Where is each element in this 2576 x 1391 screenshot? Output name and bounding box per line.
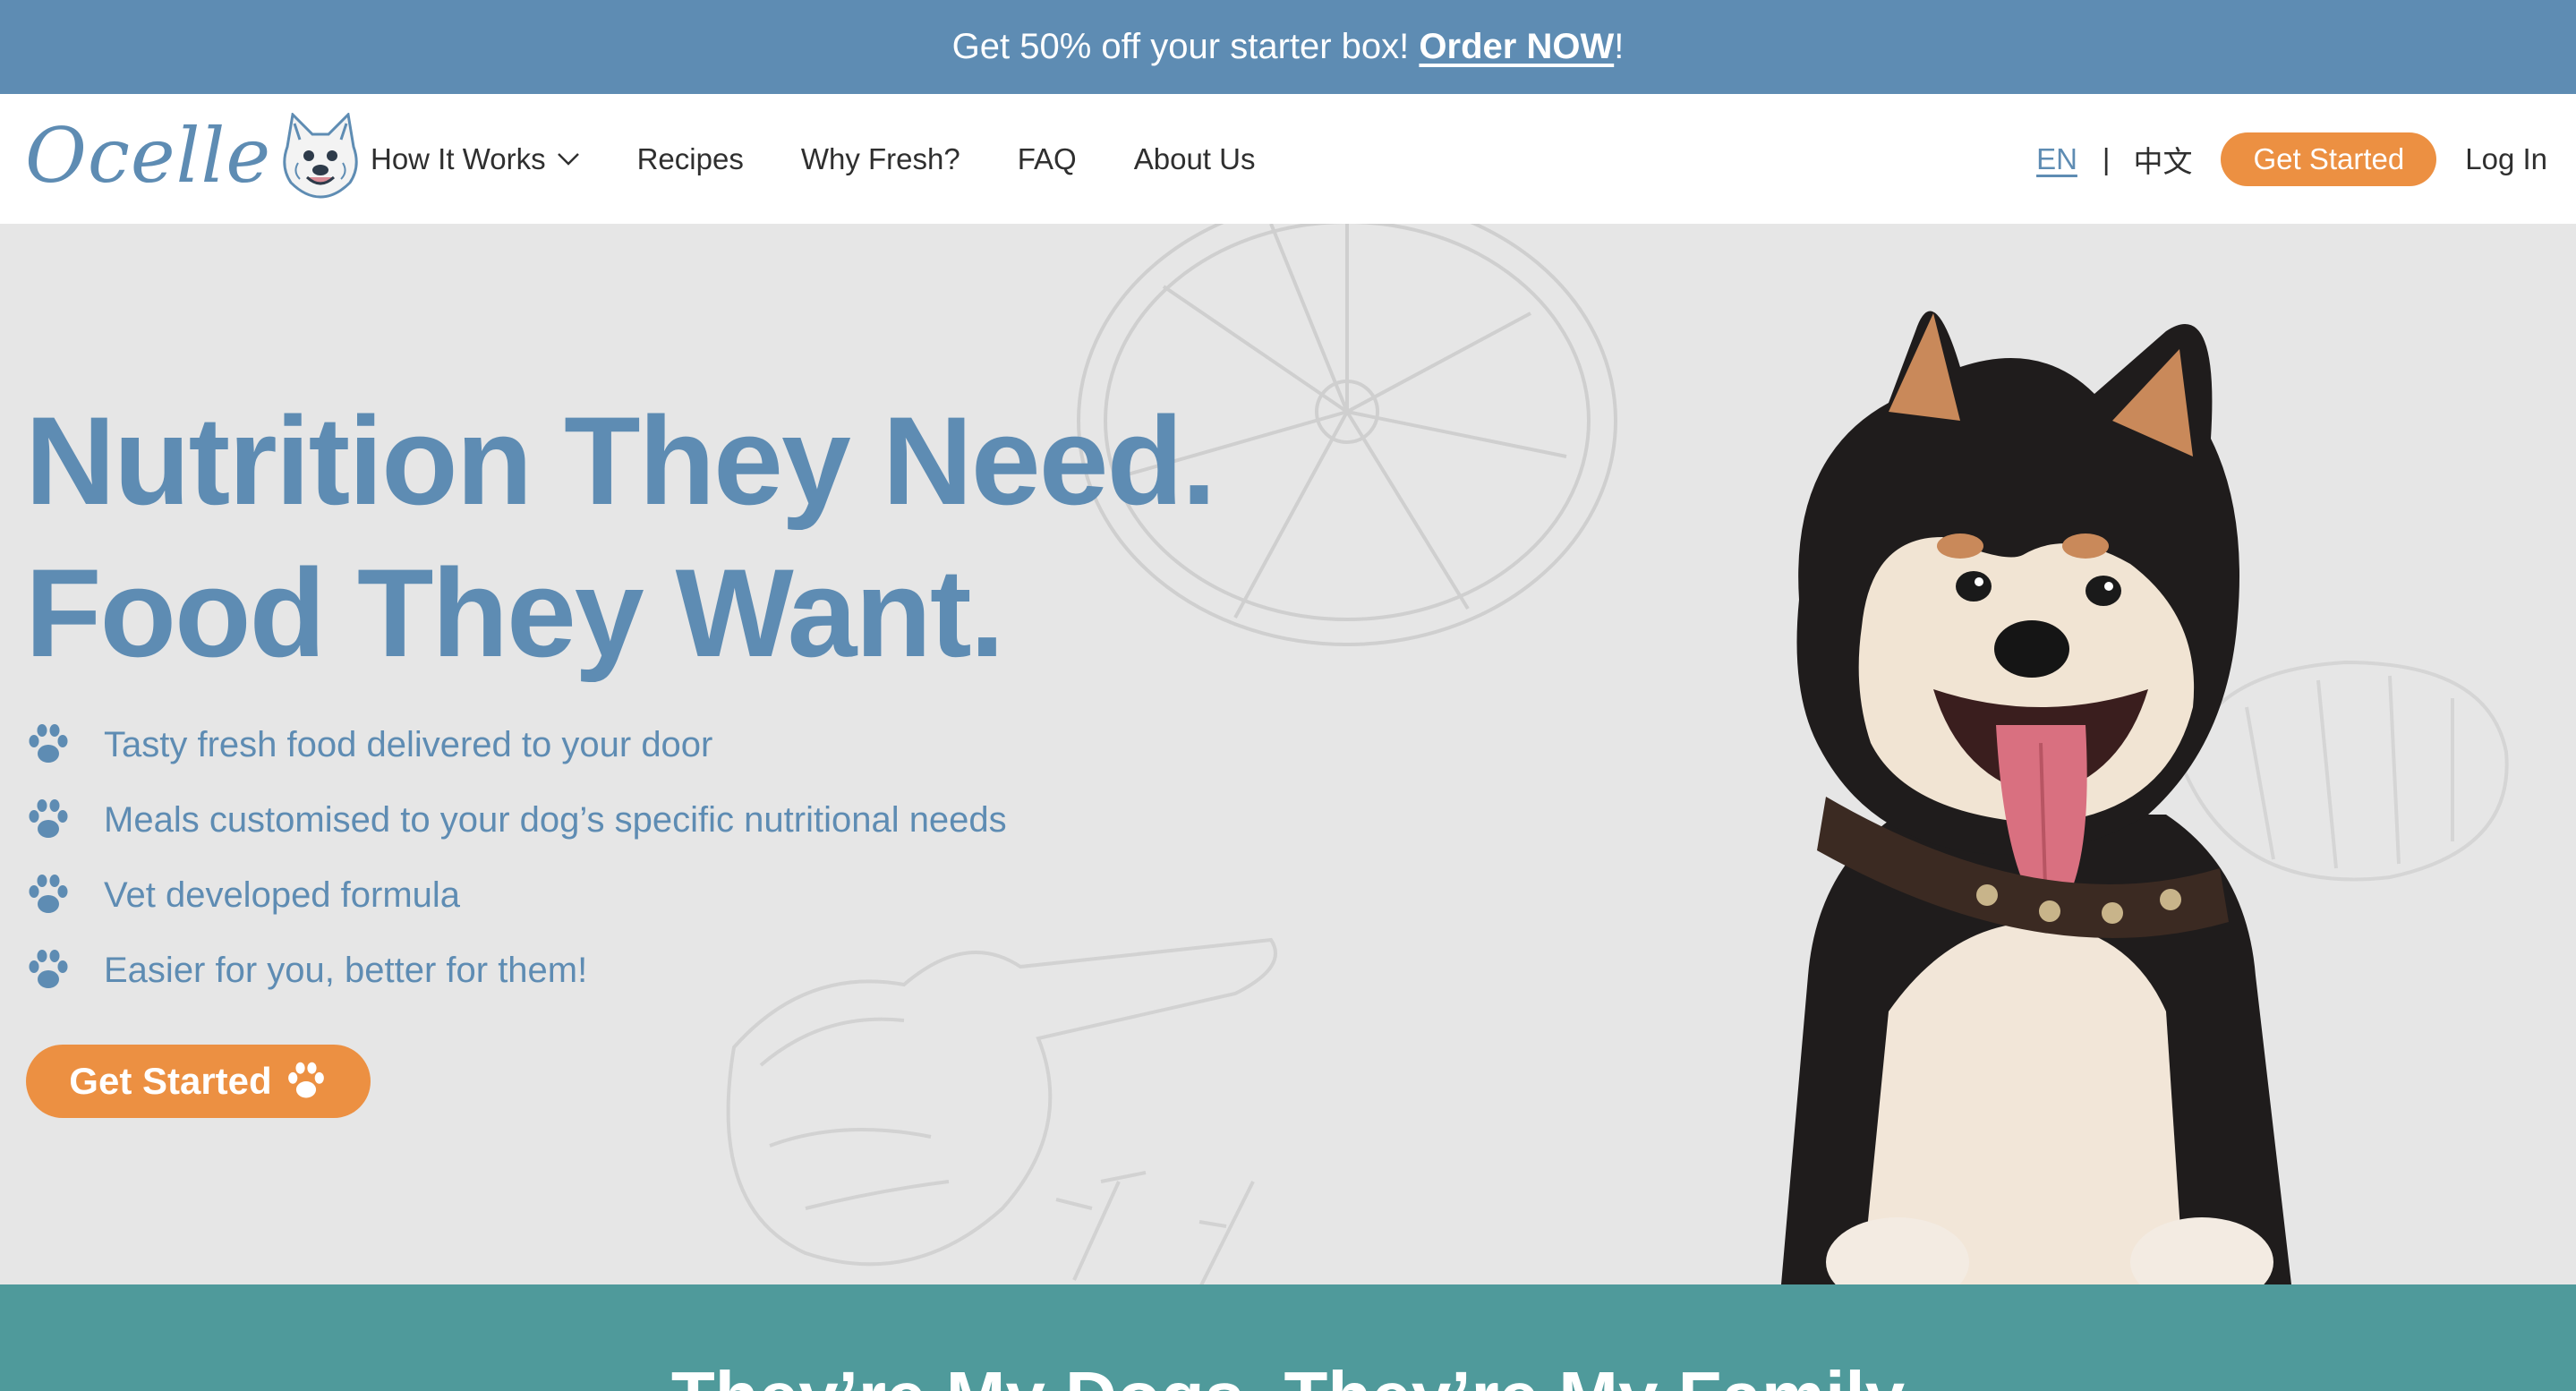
menu-about-us-label: About Us [1133,141,1256,175]
chevron-down-icon [557,152,579,166]
paw-icon [287,1062,324,1098]
language-en-link[interactable]: EN [2036,142,2077,176]
primary-menu: How It Works Recipes Why Fresh? FAQ Abou… [371,94,1255,224]
benefit-item: Vet developed formula [25,858,1007,933]
promo-bar: Get 50% off your starter box! Order NOW! [0,0,2576,94]
nav-get-started-button[interactable]: Get Started [2221,132,2437,186]
menu-faq-label: FAQ [1017,141,1077,175]
benefit-item: Tasty fresh food delivered to your door [25,707,1007,782]
paw-icon [29,724,68,763]
hero-headline-line1: Nutrition They Need. [25,390,1216,531]
paw-icon [29,799,68,838]
menu-recipes-label: Recipes [636,141,744,175]
benefit-text: Meals customised to your dog’s specific … [104,799,1007,840]
hero-get-started-button[interactable]: Get Started [26,1045,371,1118]
promo-text: Get 50% off your starter box! [951,27,1410,66]
promo-suffix: ! [1614,27,1625,66]
benefit-text: Tasty fresh food delivered to your door [104,724,713,764]
hero-headline-line2: Food They Want. [25,542,1004,683]
menu-faq[interactable]: FAQ [1018,142,1077,176]
menu-how-it-works-label: How It Works [371,141,546,175]
nav-actions: EN | 中文 Get Started Log In [2036,94,2547,224]
order-now-link[interactable]: Order NOW [1419,27,1614,67]
language-zh-link[interactable]: 中文 [2133,138,2192,181]
hero-section: Nutrition They Need. Food They Want. Tas… [0,224,2576,1284]
benefit-text: Vet developed formula [104,875,461,915]
menu-why-fresh[interactable]: Why Fresh? [801,142,960,176]
language-separator: | [2102,141,2111,175]
family-band: They’re My Dogs, They’re My Family [0,1284,2576,1391]
benefit-item: Easier for you, better for them! [25,933,1007,1008]
benefit-list: Tasty fresh food delivered to your door … [25,707,1007,1008]
paw-icon [29,950,68,988]
hero-get-started-label: Get Started [69,1060,272,1102]
paw-icon [29,875,68,913]
benefit-item: Meals customised to your dog’s specific … [25,782,1007,858]
menu-why-fresh-label: Why Fresh? [800,141,960,175]
menu-how-it-works[interactable]: How It Works [371,142,580,176]
menu-about-us[interactable]: About Us [1134,142,1256,176]
login-link[interactable]: Log In [2465,142,2547,176]
logo[interactable]: Ocelle [25,112,361,200]
menu-recipes[interactable]: Recipes [637,142,744,176]
main-nav: Ocelle How It Works Recipes Why Fresh? F… [0,94,2576,224]
hero-headline: Nutrition They Need. Food They Want. [25,385,1216,689]
logo-wordmark: Ocelle [25,112,272,200]
family-band-title: They’re My Dogs, They’re My Family [0,1356,2576,1391]
dog-logo-icon [283,113,358,199]
benefit-text: Easier for you, better for them! [104,950,588,990]
shiba-dog-image [1781,311,2291,1284]
